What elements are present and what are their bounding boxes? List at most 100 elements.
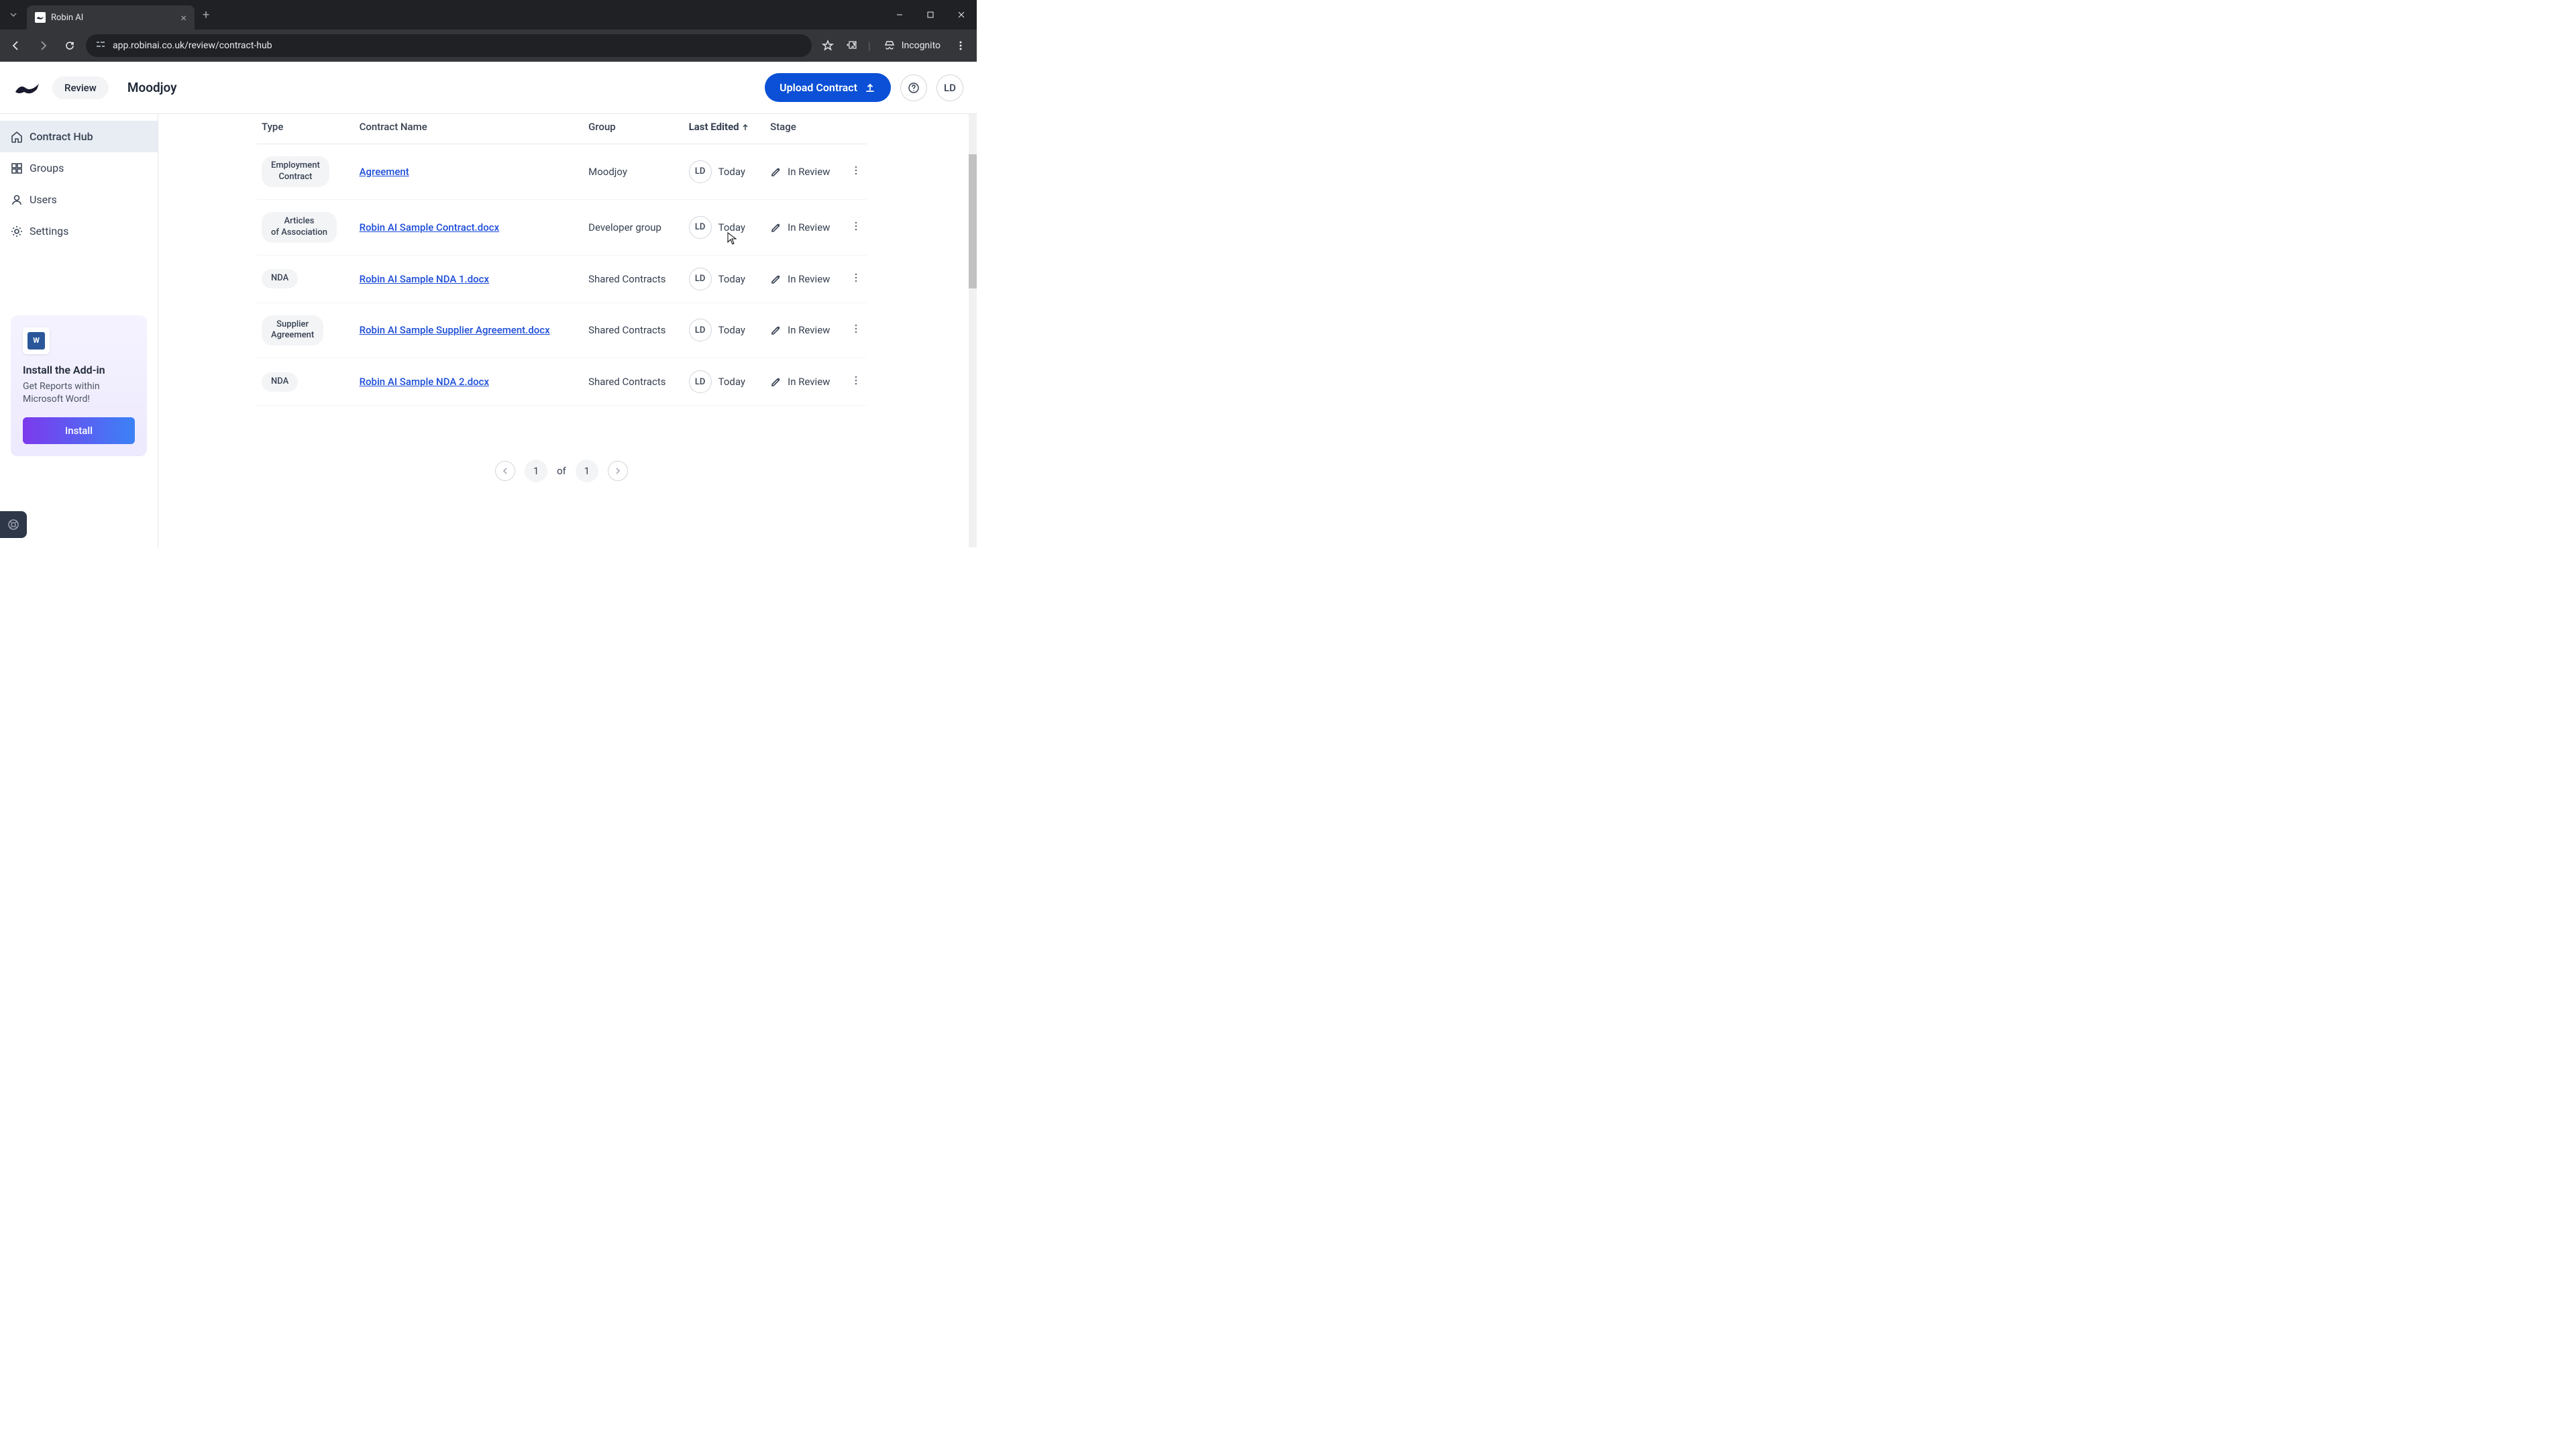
chevron-down-icon	[9, 11, 17, 19]
table-row: NDA Robin AI Sample NDA 1.docx Shared Co…	[256, 255, 867, 303]
new-tab-button[interactable]: +	[203, 8, 209, 22]
grid-icon	[9, 161, 24, 176]
more-icon	[851, 375, 861, 386]
stage-label: In Review	[788, 324, 830, 336]
column-last-edited[interactable]: Last Edited	[684, 114, 765, 144]
row-actions-button[interactable]	[851, 166, 861, 178]
column-type[interactable]: Type	[256, 114, 354, 144]
table-row: Articlesof Association Robin AI Sample C…	[256, 199, 867, 255]
sort-asc-icon	[741, 123, 749, 131]
contract-link[interactable]: Robin AI Sample Supplier Agreement.docx	[360, 324, 550, 336]
next-page-button[interactable]	[608, 461, 628, 481]
group-cell: Shared Contracts	[583, 303, 684, 358]
column-name[interactable]: Contract Name	[354, 114, 584, 144]
editor-avatar: LD	[689, 319, 712, 341]
bookmark-button[interactable]	[817, 35, 839, 56]
tab-favicon	[35, 12, 46, 23]
prev-page-button[interactable]	[495, 461, 515, 481]
url-text: app.robinai.co.uk/review/contract-hub	[113, 40, 272, 51]
forward-button[interactable]	[32, 35, 54, 56]
browser-tab-bar: Robin AI × +	[0, 0, 977, 30]
scrollbar[interactable]	[969, 114, 977, 547]
page-of-label: of	[557, 465, 566, 477]
contracts-table: Type Contract Name Group Last Edited Sta…	[256, 114, 867, 406]
edit-icon	[770, 324, 782, 336]
home-icon	[9, 129, 24, 144]
install-addin-button[interactable]: Install	[23, 417, 135, 444]
user-icon	[9, 193, 24, 207]
maximize-button[interactable]	[915, 0, 946, 30]
tab-close-button[interactable]: ×	[180, 11, 186, 24]
user-avatar[interactable]: LD	[936, 74, 963, 101]
row-actions-button[interactable]	[851, 325, 861, 337]
app-header: Review Moodjoy Upload Contract LD	[0, 62, 977, 114]
address-bar[interactable]: app.robinai.co.uk/review/contract-hub	[86, 34, 812, 57]
window-controls	[884, 0, 977, 30]
contract-link[interactable]: Robin AI Sample NDA 2.docx	[360, 376, 489, 388]
browser-toolbar: app.robinai.co.uk/review/contract-hub | …	[0, 30, 977, 62]
browser-tab[interactable]: Robin AI ×	[27, 5, 195, 30]
current-page: 1	[525, 460, 547, 482]
word-icon: W	[23, 327, 50, 354]
lifebuoy-icon	[7, 518, 20, 531]
table-row: SupplierAgreement Robin AI Sample Suppli…	[256, 303, 867, 358]
more-icon	[851, 272, 861, 283]
sidebar-item-contract-hub[interactable]: Contract Hub	[0, 121, 158, 152]
floating-help-button[interactable]	[0, 511, 27, 538]
back-button[interactable]	[5, 35, 27, 56]
robin-logo[interactable]	[13, 77, 42, 99]
addin-title: Install the Add-in	[23, 364, 135, 376]
extensions-button[interactable]	[841, 35, 863, 56]
type-badge: NDA	[262, 269, 298, 288]
scrollbar-thumb[interactable]	[969, 154, 977, 288]
upload-contract-button[interactable]: Upload Contract	[765, 73, 891, 102]
column-stage[interactable]: Stage	[765, 114, 845, 144]
org-name: Moodjoy	[127, 80, 177, 95]
question-icon	[908, 82, 920, 94]
upload-icon	[864, 82, 876, 94]
tab-search-dropdown[interactable]	[0, 0, 27, 30]
group-cell: Developer group	[583, 199, 684, 255]
stage-label: In Review	[788, 376, 830, 388]
incognito-indicator[interactable]: Incognito	[876, 39, 947, 52]
edited-date: Today	[718, 376, 745, 388]
review-nav[interactable]: Review	[52, 76, 109, 99]
stage-label: In Review	[788, 166, 830, 178]
edit-icon	[770, 221, 782, 233]
type-badge: SupplierAgreement	[262, 315, 323, 346]
more-icon	[851, 323, 861, 334]
contract-link[interactable]: Agreement	[360, 166, 409, 178]
addin-description: Get Reports within Microsoft Word!	[23, 380, 135, 407]
more-icon	[851, 165, 861, 176]
total-pages: 1	[576, 460, 598, 482]
sidebar-item-users[interactable]: Users	[0, 184, 158, 215]
close-window-button[interactable]	[946, 0, 977, 30]
contract-link[interactable]: Robin AI Sample Contract.docx	[360, 221, 500, 233]
sidebar-item-settings[interactable]: Settings	[0, 215, 158, 247]
help-button[interactable]	[900, 74, 927, 101]
reload-button[interactable]	[59, 35, 80, 56]
table-row: EmploymentContract Agreement Moodjoy LDT…	[256, 144, 867, 200]
gear-icon	[9, 224, 24, 239]
contract-link[interactable]: Robin AI Sample NDA 1.docx	[360, 273, 489, 285]
column-group[interactable]: Group	[583, 114, 684, 144]
minimize-button[interactable]	[884, 0, 915, 30]
edit-icon	[770, 376, 782, 388]
edited-date: Today	[718, 166, 745, 178]
sidebar-item-groups[interactable]: Groups	[0, 152, 158, 184]
row-actions-button[interactable]	[851, 376, 861, 388]
group-cell: Shared Contracts	[583, 255, 684, 303]
editor-avatar: LD	[689, 160, 712, 183]
row-actions-button[interactable]	[851, 274, 861, 286]
more-icon	[851, 221, 861, 231]
type-badge: Articlesof Association	[262, 212, 337, 243]
edited-date: Today	[718, 221, 745, 233]
stage-label: In Review	[788, 221, 830, 233]
type-badge: NDA	[262, 372, 298, 392]
edit-icon	[770, 273, 782, 285]
row-actions-button[interactable]	[851, 222, 861, 234]
browser-menu-button[interactable]	[950, 35, 971, 56]
site-settings-icon[interactable]	[95, 39, 106, 52]
edit-icon	[770, 166, 782, 178]
addin-promo-card: W Install the Add-in Get Reports within …	[11, 315, 147, 456]
